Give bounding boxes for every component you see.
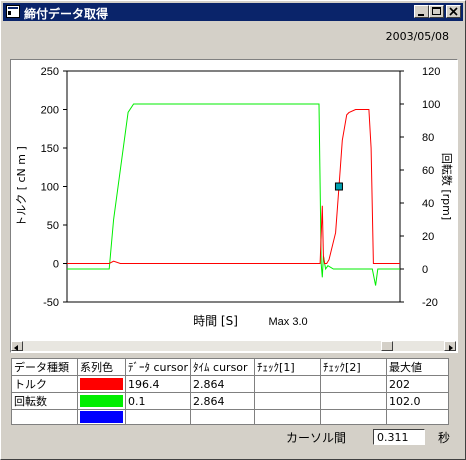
right-axis-title: 回転数 [rpm] — [440, 153, 453, 220]
scroll-right-button[interactable] — [444, 341, 456, 351]
right-tick-label: 60 — [422, 165, 434, 177]
cell-color[interactable] — [77, 392, 126, 410]
cell-name[interactable]: トルク — [11, 375, 78, 393]
right-tick-label: 40 — [422, 198, 434, 210]
arrow-left-icon — [14, 345, 18, 351]
header-check-1: ﾁｪｯｸ[1] — [254, 358, 322, 376]
cell-time-cursor[interactable]: 2.864 — [190, 375, 256, 393]
cell-name[interactable] — [11, 409, 78, 425]
maximize-icon — [432, 7, 441, 15]
left-tick-label: 250 — [41, 66, 59, 78]
cell-name[interactable]: 回転数 — [11, 392, 78, 410]
title-bar[interactable]: 締付データ取得 — [3, 3, 463, 21]
cell-check-1[interactable] — [254, 392, 322, 410]
cell-check-2[interactable] — [320, 392, 388, 410]
main-window: 締付データ取得 2003/05/08 -50 0 50 100 150 200 250 -20… — [0, 0, 466, 460]
header-check-2: ﾁｪｯｸ[2] — [320, 358, 388, 376]
line-chart: -50 0 50 100 150 200 250 -20 0 20 40 60 80 100 120 トルク… — [15, 66, 453, 328]
minimize-button[interactable] — [414, 5, 429, 18]
table-row[interactable] — [11, 409, 450, 425]
left-tick-label: 100 — [41, 182, 59, 194]
cell-check-2[interactable] — [320, 409, 388, 425]
right-tick-label: 80 — [422, 132, 434, 144]
left-axis-title: トルク [ cN m ] — [15, 146, 28, 227]
header-data-type: データ種類 — [11, 358, 78, 376]
minimize-icon — [418, 14, 424, 16]
header-time-cursor: ﾀｲﾑ cursor — [190, 358, 256, 376]
color-swatch — [80, 411, 123, 423]
seconds-unit-label: 秒 — [438, 431, 451, 445]
cell-max[interactable] — [386, 409, 450, 425]
header-data-cursor: ﾃﾞｰﾀ cursor — [124, 358, 192, 376]
window-title: 締付データ取得 — [24, 7, 109, 21]
cell-data-cursor[interactable] — [124, 409, 192, 425]
left-tick-label: 150 — [41, 143, 59, 155]
cell-max[interactable]: 102.0 — [386, 392, 450, 410]
cell-time-cursor[interactable]: 2.864 — [190, 392, 256, 410]
cell-color[interactable] — [77, 375, 126, 393]
right-tick-label: 20 — [422, 231, 434, 243]
x-axis-title: 時間 [S] — [193, 314, 238, 328]
close-icon — [449, 7, 458, 16]
cursor-interval-field[interactable]: 0.311 — [373, 429, 425, 445]
cell-time-cursor[interactable] — [190, 409, 256, 425]
left-tick-label: 200 — [41, 105, 59, 117]
cell-data-cursor[interactable]: 0.1 — [124, 392, 192, 410]
x-axis-max-note: Max 3.0 — [269, 316, 308, 328]
header-series-color: 系列色 — [77, 358, 126, 376]
table-row[interactable]: 回転数 0.1 2.864 102.0 — [11, 392, 450, 410]
app-icon — [6, 5, 20, 18]
cell-check-2[interactable] — [320, 375, 388, 393]
color-swatch — [80, 378, 123, 390]
chart-frame: -50 0 50 100 150 200 250 -20 0 20 40 60 80 100 120 トルク… — [10, 59, 458, 353]
left-tick-label: 0 — [53, 259, 59, 271]
cell-check-1[interactable] — [254, 375, 322, 393]
cell-check-1[interactable] — [254, 409, 322, 425]
arrow-right-icon — [449, 345, 453, 351]
plot-area — [66, 70, 401, 303]
scroll-left-button[interactable] — [11, 341, 23, 351]
maximize-button[interactable] — [429, 5, 444, 18]
cell-color[interactable] — [77, 409, 126, 425]
cell-max[interactable]: 202 — [386, 375, 450, 393]
time-scrollbar[interactable] — [11, 341, 456, 351]
cell-data-cursor[interactable]: 196.4 — [124, 375, 192, 393]
table-header-row: データ種類 系列色 ﾃﾞｰﾀ cursor ﾀｲﾑ cursor ﾁｪｯｸ[1]… — [11, 358, 450, 376]
right-tick-label: 0 — [422, 264, 428, 276]
right-tick-label: -20 — [422, 297, 438, 309]
left-tick-label: 50 — [47, 220, 59, 232]
table-row[interactable]: トルク 196.4 2.864 202 — [11, 375, 450, 393]
header-max: 最大値 — [386, 358, 450, 376]
right-tick-label: 120 — [422, 66, 440, 78]
series-table: データ種類 系列色 ﾃﾞｰﾀ cursor ﾀｲﾑ cursor ﾁｪｯｸ[1]… — [11, 358, 450, 425]
date-label: 2003/05/08 — [385, 30, 449, 43]
color-swatch — [80, 395, 123, 407]
cursor-interval-label: カーソル間 — [286, 431, 347, 445]
close-button[interactable] — [446, 5, 461, 18]
left-tick-label: -50 — [43, 297, 59, 309]
right-tick-label: 100 — [422, 99, 440, 111]
cursor-marker — [334, 182, 343, 191]
scroll-thumb[interactable] — [381, 341, 393, 351]
